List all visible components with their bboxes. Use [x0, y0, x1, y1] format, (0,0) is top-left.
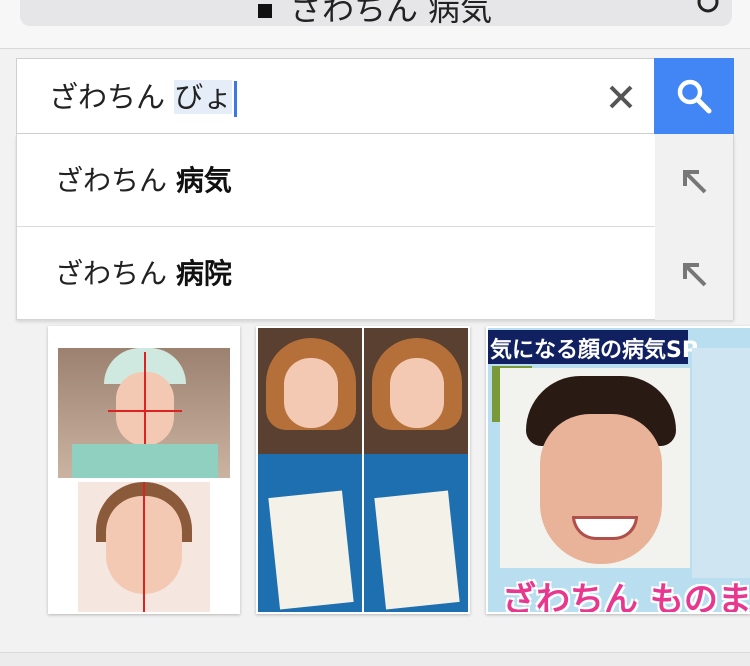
search-icon: [677, 79, 712, 114]
image-thumbnail: [364, 328, 468, 612]
browser-toolbar: ざわちん 病気: [0, 0, 750, 49]
search-box[interactable]: ざわちん びょ: [16, 58, 734, 134]
face: [540, 414, 662, 564]
side-photo: [692, 348, 750, 578]
arrow-up-left-icon: [683, 262, 707, 286]
caption-text: ざわちん ものま: [502, 580, 750, 612]
image-thumbnail: [78, 482, 210, 612]
suggestion-text[interactable]: ざわちん 病院: [55, 227, 232, 320]
book: [268, 490, 354, 610]
guide-line: [108, 410, 182, 412]
text-caret: [234, 81, 238, 117]
arrow-up-left-icon: [683, 169, 707, 193]
image-thumbnail: [258, 328, 362, 612]
image-thumbnail: [58, 348, 230, 478]
suggestion-item[interactable]: ざわちん 病気: [17, 134, 733, 227]
search-input-composing: びょ: [174, 80, 233, 114]
image-result[interactable]: [256, 326, 470, 614]
page-icon: [258, 4, 272, 18]
caption-text: 気になる顔の病気SP: [490, 338, 698, 363]
close-icon: [609, 85, 633, 109]
image-thumbnail: 気になる顔の病気SP ざわちん ものま: [488, 328, 750, 612]
reload-icon[interactable]: [696, 0, 720, 14]
book: [374, 490, 460, 610]
clear-button[interactable]: [603, 79, 639, 115]
suggestion-item[interactable]: ざわちん 病院: [17, 227, 733, 320]
fill-query-button[interactable]: [655, 134, 733, 227]
clothing: [72, 444, 218, 478]
fill-query-button[interactable]: [655, 227, 733, 320]
bottom-toolbar-edge: [0, 652, 750, 666]
address-bar-text[interactable]: ざわちん 病気: [258, 0, 492, 30]
search-input[interactable]: ざわちん びょ: [49, 73, 238, 121]
guide-line: [143, 482, 145, 612]
face: [284, 358, 338, 428]
face: [390, 358, 444, 428]
search-button[interactable]: [654, 58, 734, 134]
image-result[interactable]: 気になる顔の病気SP ざわちん ものま: [486, 326, 750, 614]
suggestion-text[interactable]: ざわちん 病気: [55, 134, 232, 227]
image-result[interactable]: [48, 326, 240, 614]
suggestion-list: ざわちん 病気 ざわちん 病院: [16, 134, 734, 320]
search-input-committed: ざわちん: [49, 80, 175, 114]
